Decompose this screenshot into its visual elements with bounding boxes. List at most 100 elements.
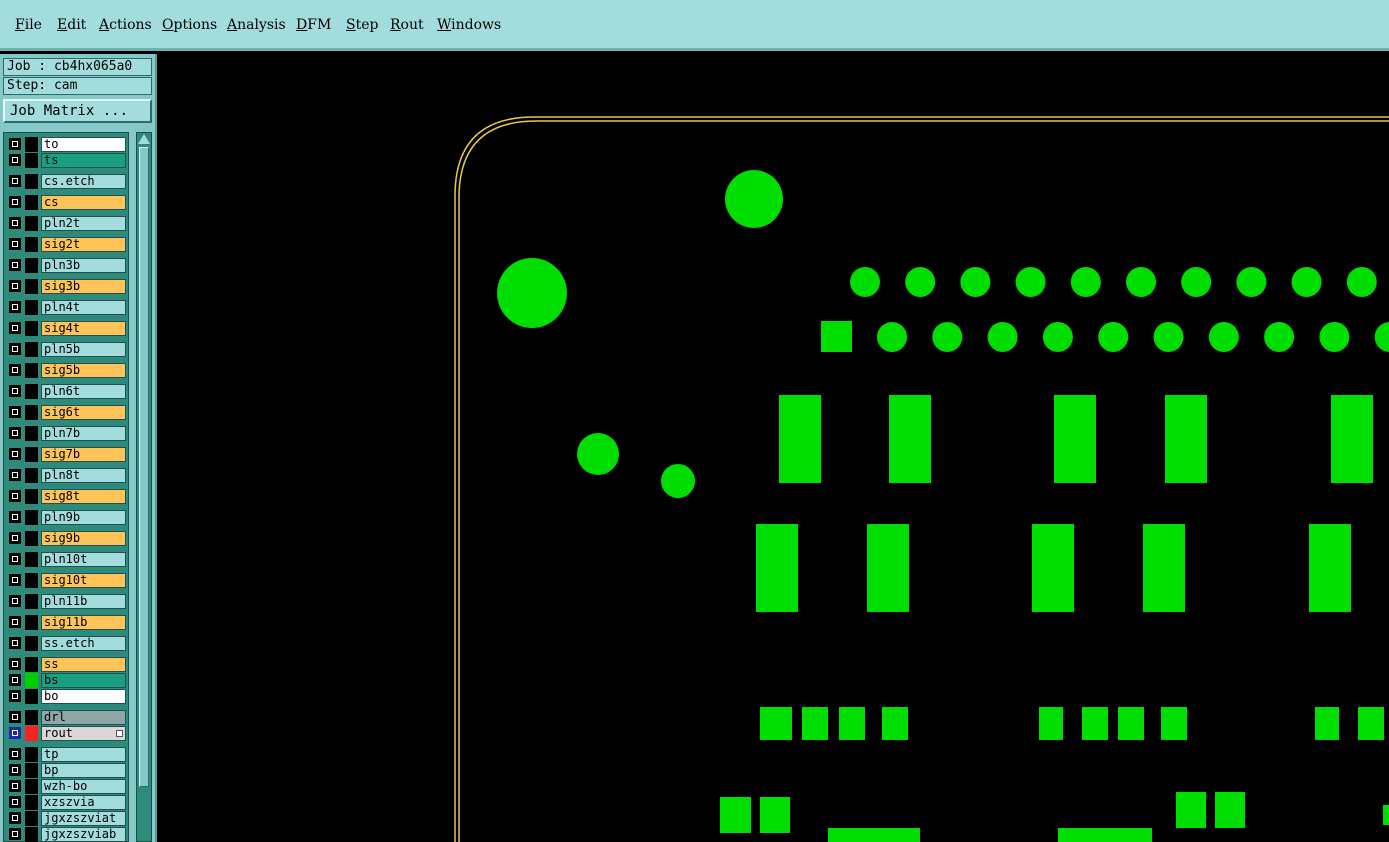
layer-color-swatch[interactable]	[25, 237, 38, 252]
layer-row-ts[interactable]: ts	[4, 153, 130, 168]
layer-name[interactable]: cs	[41, 195, 126, 210]
layer-name[interactable]: sig5b	[41, 363, 126, 378]
layer-color-swatch[interactable]	[25, 795, 38, 810]
layer-name[interactable]: tp	[41, 747, 126, 762]
scroll-up-arrow-icon[interactable]	[138, 134, 150, 144]
layer-checkbox[interactable]	[9, 674, 21, 686]
layer-color-swatch[interactable]	[25, 174, 38, 189]
layer-name[interactable]: ts	[41, 153, 126, 168]
layer-row-rout[interactable]: rout	[4, 726, 130, 741]
layer-name[interactable]: xzszvia	[41, 795, 126, 810]
layer-color-swatch[interactable]	[25, 615, 38, 630]
layer-name[interactable]: bp	[41, 763, 126, 778]
layer-row-sig9b[interactable]: sig9b	[4, 531, 130, 546]
layer-name[interactable]: pln9b	[41, 510, 126, 525]
layer-row-pln5b[interactable]: pln5b	[4, 342, 130, 357]
layer-row-wzh-bo[interactable]: wzh-bo	[4, 779, 130, 794]
layer-row-cs[interactable]: cs	[4, 195, 130, 210]
layer-row-pln7b[interactable]: pln7b	[4, 426, 130, 441]
layer-color-swatch[interactable]	[25, 689, 38, 704]
layer-checkbox[interactable]	[9, 690, 21, 702]
layer-color-swatch[interactable]	[25, 710, 38, 725]
layer-color-swatch[interactable]	[25, 510, 38, 525]
layer-name[interactable]: sig4t	[41, 321, 126, 336]
layer-row-xzszvia[interactable]: xzszvia	[4, 795, 130, 810]
layer-checkbox[interactable]	[9, 154, 21, 166]
layer-checkbox[interactable]	[9, 238, 21, 250]
layer-row-ss[interactable]: ss	[4, 657, 130, 672]
layer-row-sig4t[interactable]: sig4t	[4, 321, 130, 336]
layer-checkbox[interactable]	[9, 616, 21, 628]
layer-color-swatch[interactable]	[25, 447, 38, 462]
layer-row-sig5b[interactable]: sig5b	[4, 363, 130, 378]
layer-name[interactable]: bs	[41, 673, 126, 688]
layer-color-swatch[interactable]	[25, 279, 38, 294]
layer-color-swatch[interactable]	[25, 300, 38, 315]
layer-checkbox[interactable]	[9, 469, 21, 481]
layer-checkbox[interactable]	[9, 406, 21, 418]
layer-row-sig7b[interactable]: sig7b	[4, 447, 130, 462]
layer-name[interactable]: bo	[41, 689, 126, 704]
layer-checkbox[interactable]	[9, 322, 21, 334]
layer-row-pln9b[interactable]: pln9b	[4, 510, 130, 525]
layer-color-swatch[interactable]	[25, 779, 38, 794]
layer-row-sig11b[interactable]: sig11b	[4, 615, 130, 630]
layer-color-swatch[interactable]	[25, 342, 38, 357]
menu-file[interactable]: File	[15, 17, 42, 33]
layer-name[interactable]: pln6t	[41, 384, 126, 399]
layer-row-sig6t[interactable]: sig6t	[4, 405, 130, 420]
layer-name[interactable]: ss.etch	[41, 636, 126, 651]
layer-name[interactable]: drl	[41, 710, 126, 725]
layer-name[interactable]: jgxzszviab	[41, 827, 126, 842]
layer-checkbox[interactable]	[9, 764, 21, 776]
layer-name[interactable]: pln7b	[41, 426, 126, 441]
layer-color-swatch[interactable]	[25, 426, 38, 441]
layer-checkbox[interactable]	[9, 196, 21, 208]
graphics-canvas[interactable]	[157, 54, 1389, 842]
menu-rout[interactable]: Rout	[390, 17, 424, 33]
layer-color-swatch[interactable]	[25, 531, 38, 546]
layer-name[interactable]: pln8t	[41, 468, 126, 483]
layer-checkbox[interactable]	[9, 574, 21, 586]
layer-color-swatch[interactable]	[25, 153, 38, 168]
layer-checkbox[interactable]	[9, 796, 21, 808]
layer-color-swatch[interactable]	[25, 594, 38, 609]
menu-dfm[interactable]: DFM	[296, 17, 331, 33]
layer-checkbox[interactable]	[9, 364, 21, 376]
layer-color-swatch[interactable]	[25, 726, 38, 741]
menu-actions[interactable]: Actions	[99, 17, 152, 33]
menu-step[interactable]: Step	[346, 17, 378, 33]
layer-checkbox[interactable]	[9, 280, 21, 292]
layer-row-bo[interactable]: bo	[4, 689, 130, 704]
layer-row-jgxzszviat[interactable]: jgxzszviat	[4, 811, 130, 826]
layer-row-sig10t[interactable]: sig10t	[4, 573, 130, 588]
layer-checkbox[interactable]	[9, 343, 21, 355]
menu-edit[interactable]: Edit	[57, 17, 86, 33]
layer-name[interactable]: sig6t	[41, 405, 126, 420]
layer-checkbox[interactable]	[9, 828, 21, 840]
layer-checkbox[interactable]	[9, 259, 21, 271]
layer-name[interactable]: wzh-bo	[41, 779, 126, 794]
layer-checkbox[interactable]	[9, 658, 21, 670]
layer-name[interactable]: to	[41, 137, 126, 152]
layer-color-swatch[interactable]	[25, 657, 38, 672]
layer-checkbox[interactable]	[9, 812, 21, 824]
layer-name[interactable]: pln4t	[41, 300, 126, 315]
layer-color-swatch[interactable]	[25, 673, 38, 688]
layer-name[interactable]: pln11b	[41, 594, 126, 609]
layer-color-swatch[interactable]	[25, 216, 38, 231]
layer-color-swatch[interactable]	[25, 405, 38, 420]
layer-color-swatch[interactable]	[25, 827, 38, 842]
layer-color-swatch[interactable]	[25, 384, 38, 399]
menu-options[interactable]: Options	[162, 17, 217, 33]
layer-checkbox[interactable]	[9, 490, 21, 502]
layer-row-bp[interactable]: bp	[4, 763, 130, 778]
layer-color-swatch[interactable]	[25, 489, 38, 504]
layer-name[interactable]: sig8t	[41, 489, 126, 504]
layer-checkbox[interactable]	[9, 780, 21, 792]
layer-row-sig3b[interactable]: sig3b	[4, 279, 130, 294]
layer-name[interactable]: sig3b	[41, 279, 126, 294]
layer-row-pln6t[interactable]: pln6t	[4, 384, 130, 399]
layer-color-swatch[interactable]	[25, 258, 38, 273]
layer-color-swatch[interactable]	[25, 321, 38, 336]
